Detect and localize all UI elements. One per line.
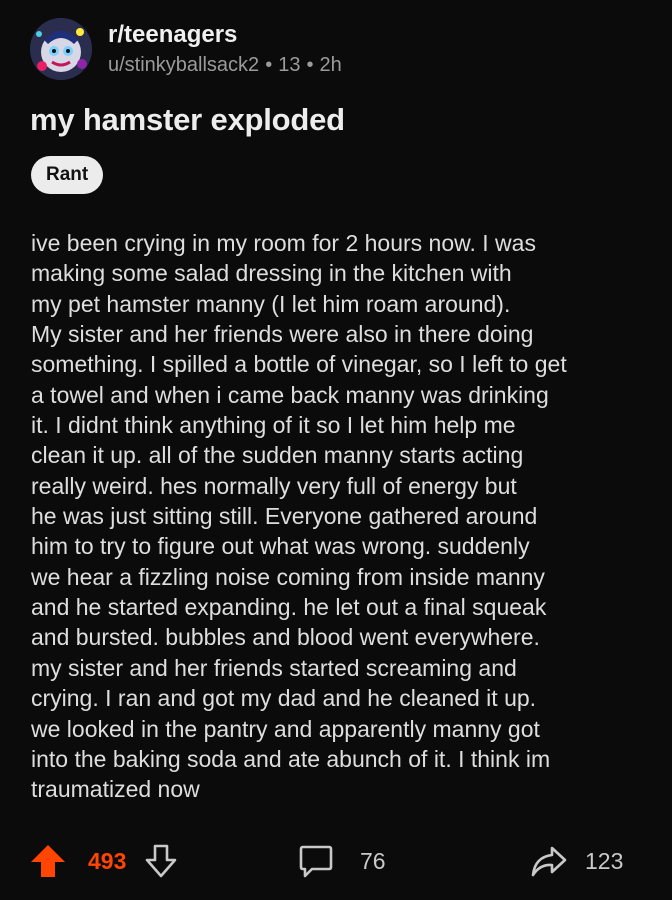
post-age: 2h	[319, 54, 342, 76]
avatar-image-icon	[30, 18, 92, 80]
share-button[interactable]: 123	[530, 838, 623, 884]
post-header: r/teenagers u/stinkyballsack2 • 13 • 2h	[30, 18, 342, 80]
author-flair: 13	[278, 54, 301, 76]
comments-button[interactable]: 76	[298, 838, 386, 884]
share-count: 123	[585, 848, 624, 874]
post-flair[interactable]: Rant	[31, 156, 104, 194]
post-body: ive been crying in my room for 2 hours n…	[31, 230, 567, 803]
post-meta: u/stinkyballsack2 • 13 • 2h	[108, 53, 342, 77]
comment-count: 76	[360, 848, 386, 874]
post-title: my hamster exploded	[30, 102, 345, 137]
upvote-arrow-icon[interactable]	[28, 841, 68, 881]
downvote-arrow-icon[interactable]	[144, 843, 178, 879]
meta-separator: •	[265, 54, 273, 76]
action-bar: 493 76 123	[0, 838, 672, 884]
subreddit-avatar[interactable]	[30, 18, 92, 80]
vote-group: 493	[28, 838, 178, 884]
comment-bubble-icon	[298, 843, 334, 879]
score-count: 493	[88, 848, 127, 874]
subreddit-name[interactable]: r/teenagers	[108, 21, 342, 49]
share-arrow-icon	[530, 843, 568, 879]
author-name[interactable]: u/stinkyballsack2	[108, 53, 259, 77]
meta-separator: •	[306, 54, 314, 76]
